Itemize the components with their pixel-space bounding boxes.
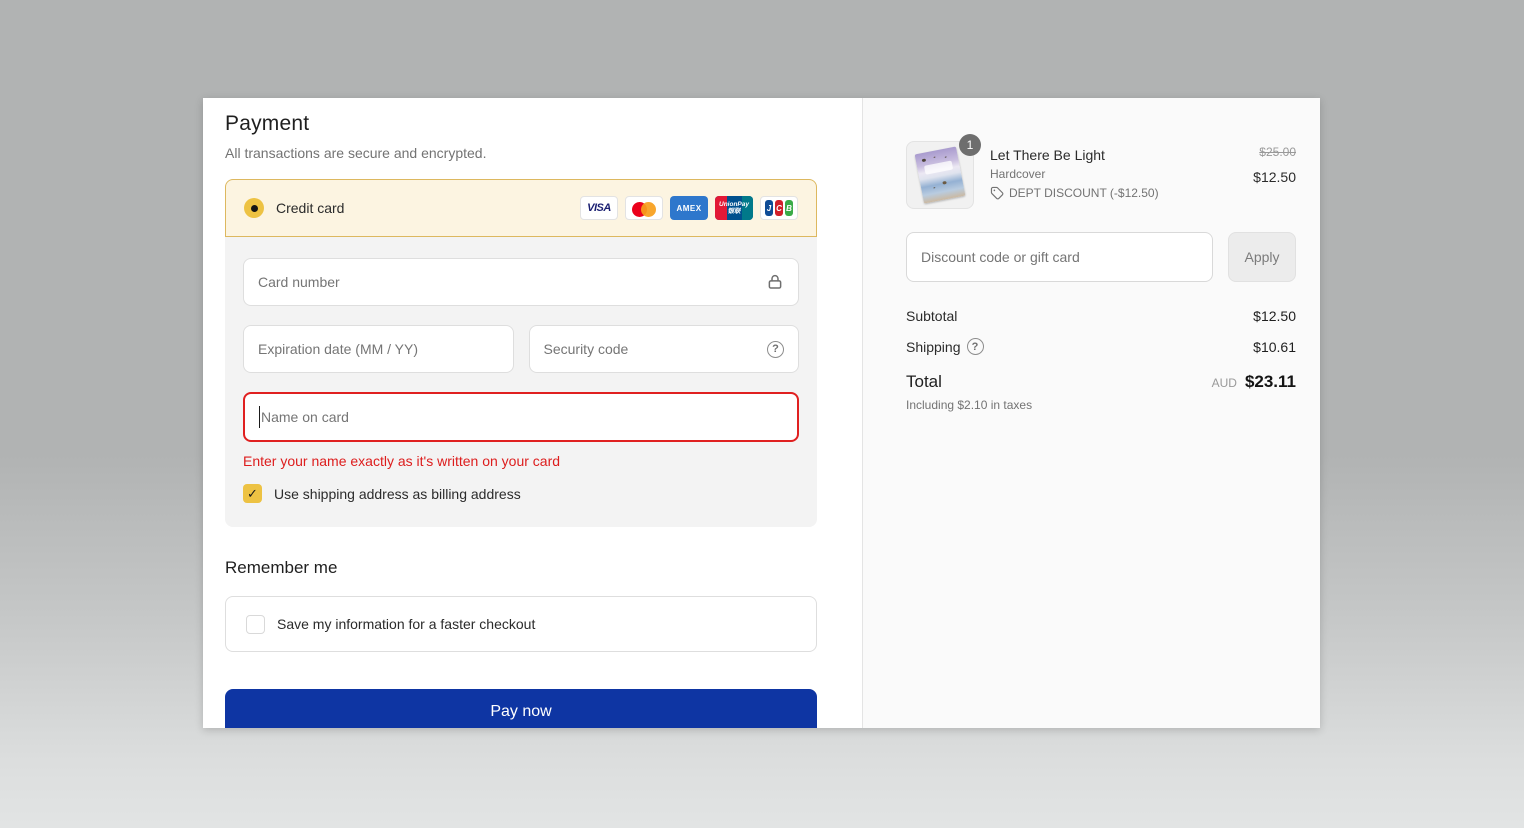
save-info-row[interactable]: Save my information for a faster checkou… — [225, 596, 817, 652]
apply-button[interactable]: Apply — [1228, 232, 1296, 282]
credit-card-option[interactable]: Credit card VISA AMEX Unio — [225, 179, 817, 237]
subtotal-row: Subtotal $12.50 — [906, 308, 1296, 324]
visa-badge-icon: VISA — [580, 196, 618, 220]
total-amount: $23.11 — [1245, 372, 1296, 392]
credit-card-radio[interactable] — [244, 198, 264, 218]
product-title: Let There Be Light — [990, 147, 1159, 163]
credit-card-form: ? Enter your name exactly as it's writte… — [225, 237, 817, 527]
shipping-help-icon[interactable]: ? — [967, 338, 984, 355]
payment-subtitle: All transactions are secure and encrypte… — [225, 145, 817, 161]
pay-now-button[interactable]: Pay now — [225, 689, 817, 728]
question-circle-icon: ? — [767, 341, 784, 358]
total-label: Total — [906, 372, 942, 392]
totals-section: Subtotal $12.50 Shipping ? $10.61 Total … — [906, 308, 1296, 412]
payment-method-widget: Credit card VISA AMEX Unio — [225, 179, 817, 527]
text-caret — [259, 406, 260, 428]
line-discount: DEPT DISCOUNT (-$12.50) — [990, 186, 1159, 200]
card-number-input[interactable] — [258, 274, 766, 290]
discounted-price: $12.50 — [1253, 169, 1296, 185]
total-row: Total AUD $23.11 — [906, 372, 1296, 392]
credit-card-label: Credit card — [276, 200, 344, 216]
book-cover-image — [915, 146, 966, 203]
subtotal-value: $12.50 — [1253, 308, 1296, 324]
page-title: Payment — [225, 112, 817, 136]
card-number-field[interactable] — [243, 258, 799, 306]
lock-icon — [766, 273, 784, 291]
discount-tag-icon — [990, 186, 1004, 200]
billing-address-checkbox[interactable]: ✓ — [243, 484, 262, 503]
shipping-value: $10.61 — [1253, 339, 1296, 355]
name-error-message: Enter your name exactly as it's written … — [243, 453, 799, 469]
name-on-card-input[interactable] — [261, 409, 783, 425]
save-info-checkbox[interactable] — [246, 615, 265, 634]
mastercard-badge-icon — [625, 196, 663, 220]
billing-address-label: Use shipping address as billing address — [274, 486, 521, 502]
product-thumbnail: 1 — [906, 141, 974, 209]
product-variant: Hardcover — [990, 167, 1159, 181]
jcb-badge-icon: J C B — [760, 196, 798, 220]
unionpay-badge-icon: UnionPay银联 — [715, 196, 753, 220]
discount-tag-text: DEPT DISCOUNT (-$12.50) — [1009, 186, 1159, 200]
checkout-window: Payment All transactions are secure and … — [203, 98, 1320, 728]
original-price: $25.00 — [1253, 145, 1296, 159]
security-code-input[interactable] — [544, 341, 768, 357]
currency-code: AUD — [1212, 376, 1237, 390]
expiration-input[interactable] — [258, 341, 499, 357]
expiration-field[interactable] — [243, 325, 514, 373]
order-summary-panel: 1 Let There Be Light Hardcover DEPT DISC… — [862, 98, 1320, 728]
quantity-badge: 1 — [959, 134, 981, 156]
tax-note: Including $2.10 in taxes — [906, 398, 1296, 412]
shipping-row: Shipping ? $10.61 — [906, 338, 1296, 355]
card-brand-row: VISA AMEX UnionPay银联 — [580, 196, 798, 220]
discount-code-field[interactable] — [906, 232, 1213, 282]
save-info-label: Save my information for a faster checkou… — [277, 616, 535, 632]
billing-address-checkbox-row[interactable]: ✓ Use shipping address as billing addres… — [243, 484, 799, 503]
amex-badge-icon: AMEX — [670, 196, 708, 220]
line-item: 1 Let There Be Light Hardcover DEPT DISC… — [906, 141, 1296, 209]
remember-me-heading: Remember me — [225, 558, 817, 578]
subtotal-label: Subtotal — [906, 308, 957, 324]
discount-code-input[interactable] — [921, 249, 1198, 265]
shipping-label: Shipping — [906, 339, 961, 355]
discount-code-row: Apply — [906, 232, 1296, 282]
security-code-field[interactable]: ? — [529, 325, 800, 373]
payment-panel: Payment All transactions are secure and … — [203, 98, 862, 728]
name-on-card-field[interactable] — [243, 392, 799, 442]
